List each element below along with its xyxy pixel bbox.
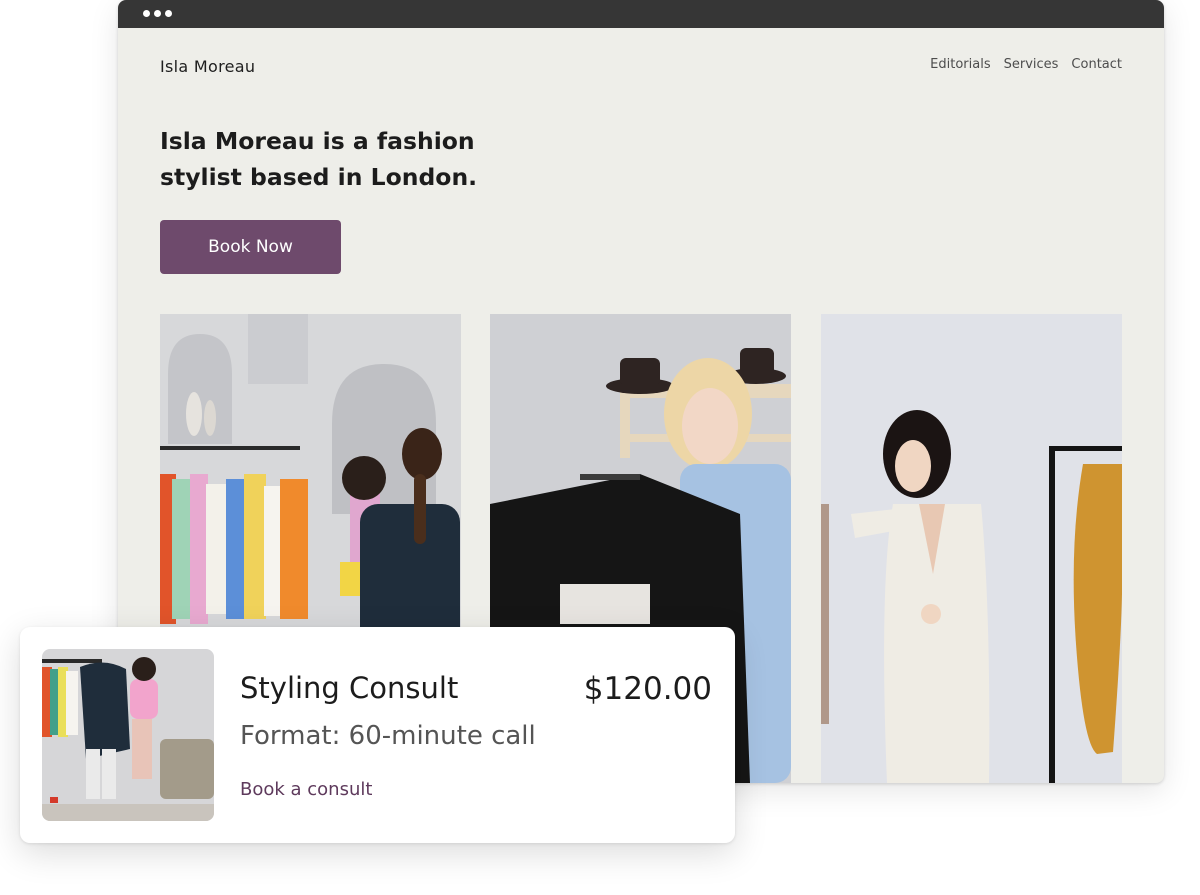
product-price: $120.00 bbox=[583, 671, 712, 707]
book-consult-link[interactable]: Book a consult bbox=[240, 779, 372, 800]
window-dot-icon bbox=[143, 10, 150, 17]
window-dot-icon bbox=[165, 10, 172, 17]
book-now-button[interactable]: Book Now bbox=[160, 220, 341, 274]
nav-link-editorials[interactable]: Editorials bbox=[930, 57, 990, 72]
main-nav: Editorials Services Contact bbox=[930, 57, 1122, 72]
nav-link-contact[interactable]: Contact bbox=[1071, 57, 1122, 72]
product-card: Styling Consult $120.00 Format: 60-minut… bbox=[20, 627, 735, 843]
nav-link-services[interactable]: Services bbox=[1004, 57, 1059, 72]
browser-titlebar bbox=[118, 0, 1164, 28]
window-dot-icon bbox=[154, 10, 161, 17]
product-thumbnail[interactable] bbox=[42, 649, 214, 821]
hero-headline: Isla Moreau is a fashion stylist based i… bbox=[160, 127, 478, 191]
product-title: Styling Consult bbox=[240, 671, 459, 705]
product-format: Format: 60-minute call bbox=[240, 721, 536, 751]
site-logo[interactable]: Isla Moreau bbox=[160, 57, 255, 76]
gallery-photo-3[interactable] bbox=[821, 314, 1122, 783]
